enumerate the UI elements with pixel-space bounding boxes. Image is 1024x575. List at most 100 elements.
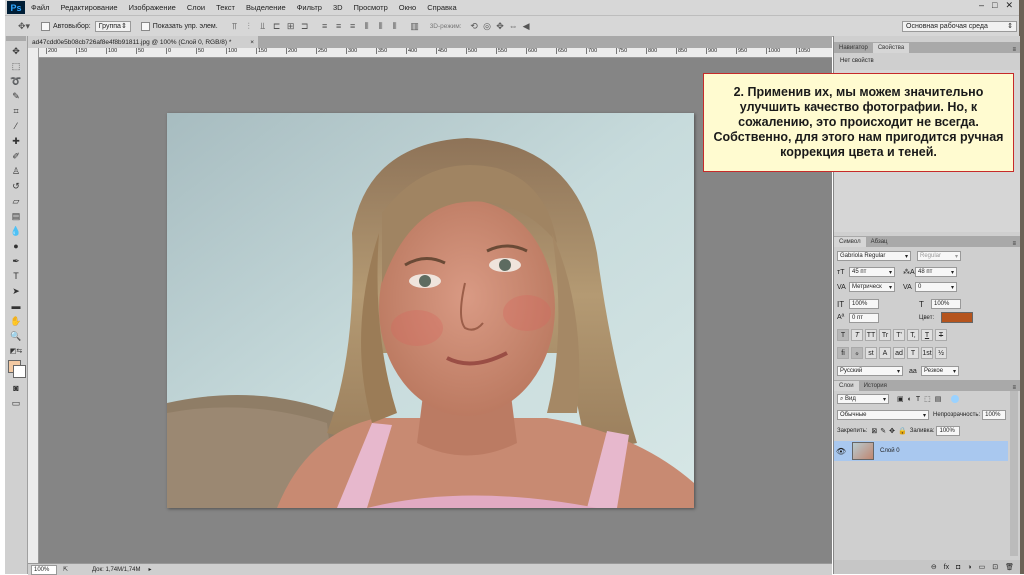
- tab-character[interactable]: Символ: [834, 237, 866, 247]
- align-vcenter-icon[interactable]: ⫶: [242, 21, 256, 32]
- font-family-select[interactable]: Gabriola Regular ▾: [837, 251, 911, 261]
- pen-tool-icon[interactable]: ✒: [8, 254, 24, 268]
- adjustment-layer-icon[interactable]: ◑: [967, 564, 971, 571]
- fill-field[interactable]: 100%: [936, 426, 961, 436]
- menu-help[interactable]: Справка: [427, 3, 456, 12]
- tab-layers[interactable]: Слои: [834, 381, 859, 391]
- tab-properties[interactable]: Свойства: [872, 43, 910, 53]
- screen-mode-icon[interactable]: ▭: [8, 396, 24, 410]
- zoom-field[interactable]: 100%: [31, 564, 57, 575]
- 3d-roll-icon[interactable]: ◎: [481, 21, 494, 32]
- 3d-slide-icon[interactable]: ⇔: [507, 21, 520, 31]
- new-layer-icon[interactable]: ⊡: [992, 563, 998, 571]
- layer-filter-icons[interactable]: ▣◐T⬚▤: [897, 395, 945, 403]
- workspace-dropdown[interactable]: Основная рабочая среда ⇕: [902, 20, 1017, 32]
- tab-paragraph[interactable]: Абзац: [866, 237, 893, 247]
- menu-file[interactable]: Файл: [31, 3, 49, 12]
- quick-select-tool-icon[interactable]: ✎: [8, 89, 24, 103]
- subscript-button[interactable]: T,: [907, 329, 919, 341]
- language-select[interactable]: Русский ▾: [837, 366, 903, 376]
- menu-edit[interactable]: Редактирование: [60, 3, 117, 12]
- blend-mode-select[interactable]: Обычные ▾: [837, 410, 929, 420]
- lock-icons[interactable]: ⊠✎✥🔒: [871, 427, 909, 435]
- align-left-icon[interactable]: ⊏: [270, 21, 284, 32]
- menu-window[interactable]: Окно: [399, 3, 416, 12]
- font-size-field[interactable]: 45 пт ▾: [849, 267, 895, 277]
- distribute-left-icon[interactable]: ⦀: [360, 21, 374, 32]
- close-icon[interactable]: ✕: [1005, 0, 1013, 11]
- crop-tool-icon[interactable]: ⌗: [8, 104, 24, 118]
- path-select-tool-icon[interactable]: ➤: [8, 284, 24, 298]
- eyedropper-tool-icon[interactable]: ⁄: [8, 119, 24, 133]
- font-style-select[interactable]: Regular ▾: [917, 251, 961, 261]
- text-color-swatch[interactable]: [941, 312, 973, 323]
- alternates-button[interactable]: ℴ: [851, 347, 863, 359]
- shape-tool-icon[interactable]: ▬: [8, 299, 24, 313]
- menu-filter[interactable]: Фильтр: [297, 3, 322, 12]
- history-brush-tool-icon[interactable]: ↺: [8, 179, 24, 193]
- 3d-scale-icon[interactable]: ◀: [520, 21, 533, 32]
- align-bottom-icon[interactable]: ⫫: [256, 21, 270, 32]
- eraser-tool-icon[interactable]: ▱: [8, 194, 24, 208]
- default-colors-icon[interactable]: ◩⇆: [8, 344, 24, 358]
- align-hcenter-icon[interactable]: ⊞: [284, 21, 298, 32]
- fractions-button[interactable]: ½: [935, 347, 947, 359]
- distribute-hcenter-icon[interactable]: ⦀: [374, 21, 388, 32]
- fx-icon[interactable]: fx: [944, 564, 949, 571]
- document-image[interactable]: [167, 113, 694, 508]
- autoselect-dropdown[interactable]: Группа ⇕: [94, 20, 131, 32]
- quick-mask-icon[interactable]: ◙: [8, 381, 24, 395]
- 3d-rotate-icon[interactable]: ⟲: [468, 21, 481, 32]
- layer-row[interactable]: 👁 Слой 0: [834, 441, 1008, 461]
- faux-bold-button[interactable]: T: [837, 329, 849, 341]
- blur-tool-icon[interactable]: 💧: [8, 224, 24, 238]
- distribute-top-icon[interactable]: ≡: [318, 21, 332, 31]
- clone-stamp-tool-icon[interactable]: ♙: [8, 164, 24, 178]
- all-caps-button[interactable]: TT: [865, 329, 877, 341]
- menu-view[interactable]: Просмотр: [354, 3, 388, 12]
- new-group-icon[interactable]: ▭: [979, 563, 986, 571]
- layers-scrollbar[interactable]: [1010, 391, 1018, 556]
- background-color-swatch[interactable]: [13, 365, 26, 378]
- leading-field[interactable]: 48 пт ▾: [915, 267, 957, 277]
- maximize-icon[interactable]: □: [992, 0, 997, 11]
- opacity-field[interactable]: 100%: [982, 410, 1007, 420]
- tab-navigator[interactable]: Навигатор: [834, 43, 873, 53]
- menu-3d[interactable]: 3D: [333, 3, 343, 12]
- underline-button[interactable]: T: [921, 329, 933, 341]
- kerning-field[interactable]: Метрическ ▾: [849, 282, 895, 292]
- minimize-icon[interactable]: –: [979, 0, 984, 11]
- brush-tool-icon[interactable]: ✐: [8, 149, 24, 163]
- align-top-icon[interactable]: ⫪: [228, 21, 242, 32]
- tab-history[interactable]: История: [859, 381, 892, 391]
- move-tool-preset-icon[interactable]: ✥▾: [13, 21, 35, 32]
- superscript-button[interactable]: T': [893, 329, 905, 341]
- zoom-tool-icon[interactable]: 🔍: [8, 329, 24, 343]
- menu-select[interactable]: Выделение: [246, 3, 286, 12]
- distribute-right-icon[interactable]: ⦀: [388, 21, 402, 32]
- vertical-scale-field[interactable]: 100%: [849, 299, 879, 309]
- hand-tool-icon[interactable]: ✋: [8, 314, 24, 328]
- antialias-select[interactable]: Резкое ▾: [921, 366, 959, 376]
- horizontal-scale-field[interactable]: 100%: [931, 299, 961, 309]
- auto-align-icon[interactable]: ▥: [408, 21, 422, 32]
- dodge-tool-icon[interactable]: ●: [8, 239, 24, 253]
- link-layers-icon[interactable]: ⊖: [931, 563, 937, 571]
- show-controls-checkbox[interactable]: [140, 21, 150, 31]
- discretionary-ligatures-button[interactable]: st: [865, 347, 877, 359]
- ordinals-button[interactable]: 1st: [921, 347, 933, 359]
- toolbox-grip[interactable]: [6, 36, 26, 41]
- ligatures-button[interactable]: fi: [837, 347, 849, 359]
- status-share-icon[interactable]: ⇱: [63, 566, 68, 573]
- marquee-tool-icon[interactable]: ⬚: [8, 59, 24, 73]
- small-caps-button[interactable]: Tr: [879, 329, 891, 341]
- lasso-tool-icon[interactable]: ➰: [8, 74, 24, 88]
- tracking-field[interactable]: 0 ▾: [915, 282, 957, 292]
- distribute-vcenter-icon[interactable]: ≡: [332, 21, 346, 31]
- menu-image[interactable]: Изображение: [129, 3, 176, 12]
- align-right-icon[interactable]: ⊐: [298, 21, 312, 32]
- add-mask-icon[interactable]: ◘: [956, 564, 960, 571]
- stylistic-alternates-button[interactable]: ad: [893, 347, 905, 359]
- document-tab[interactable]: ad47cdd0e5b08cb726af8e4f8b91811.jpg @ 10…: [28, 36, 258, 48]
- move-tool-icon[interactable]: ✥: [8, 44, 24, 58]
